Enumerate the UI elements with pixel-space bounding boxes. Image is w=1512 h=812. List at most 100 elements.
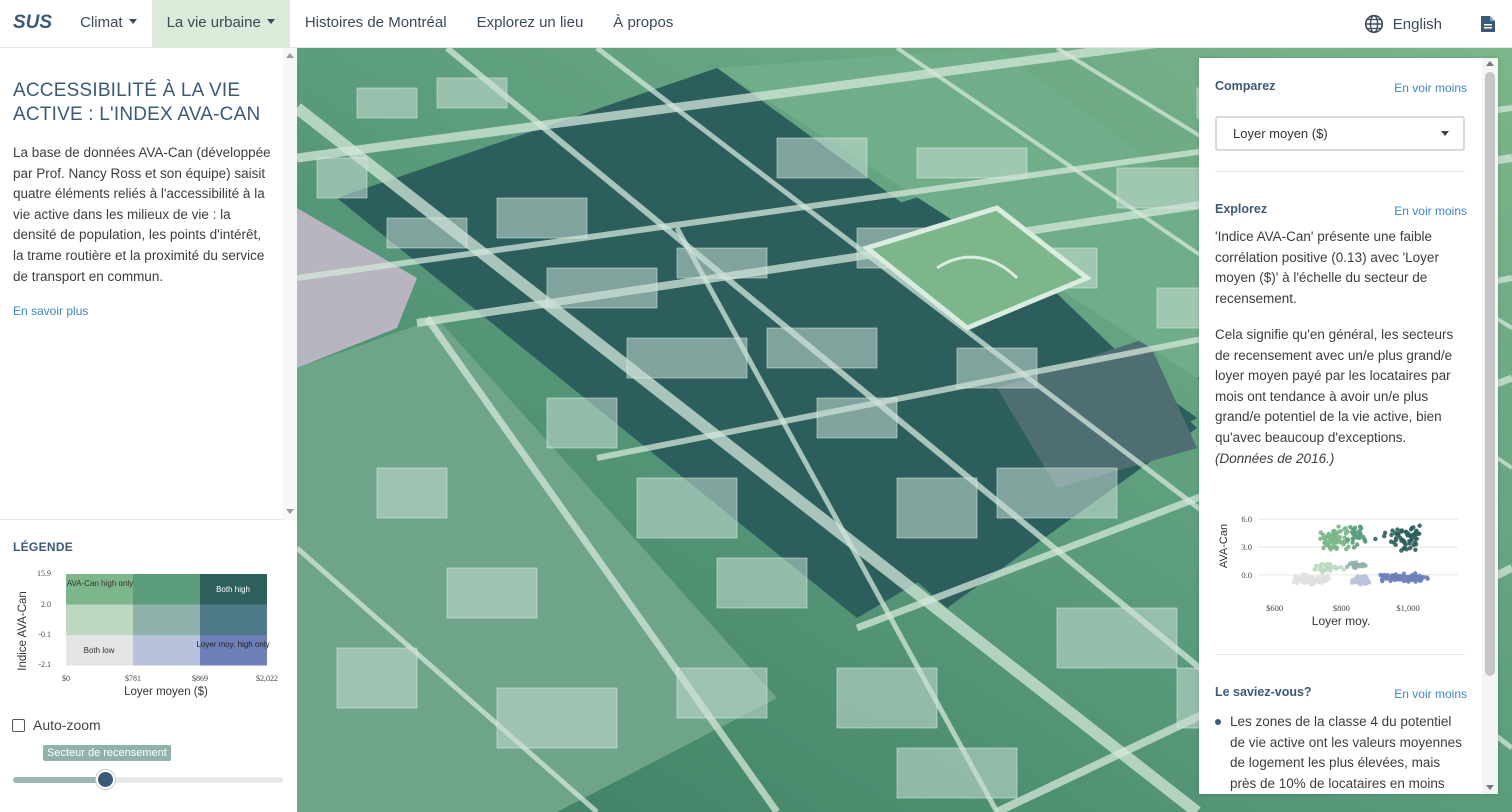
scatter-point	[1345, 537, 1351, 542]
scatter-x-tick: $800	[1333, 603, 1350, 613]
scatter-point	[1385, 576, 1390, 581]
legend-label-both-low: Both low	[84, 646, 115, 655]
legend-x-tick: $869	[192, 674, 208, 683]
scatter-point	[1346, 544, 1351, 550]
chevron-down-icon	[266, 18, 275, 24]
compare-variable-select[interactable]: Loyer moyen ($)	[1215, 116, 1465, 151]
nav-climat[interactable]: Climat	[65, 0, 152, 48]
nav-a-propos[interactable]: À propos	[598, 0, 688, 48]
scatter-point	[1380, 573, 1386, 578]
learn-more-link[interactable]: En savoir plus	[13, 304, 88, 318]
scatter-point	[1345, 564, 1350, 569]
language-label: English	[1392, 15, 1442, 33]
scroll-down-icon[interactable]	[286, 509, 294, 514]
legend-cell	[133, 574, 200, 605]
scatter-point	[1413, 531, 1418, 536]
scatter-point	[1307, 577, 1313, 582]
scatter-point	[1321, 545, 1326, 551]
scatter-point	[1342, 526, 1347, 532]
language-toggle[interactable]: English	[1364, 14, 1442, 34]
left-panel-description: ACCESSIBILITÉ À LA VIE ACTIVE : L'INDEX …	[0, 48, 297, 520]
scatter-point	[1357, 533, 1362, 539]
scatter-point	[1336, 524, 1341, 529]
scatter-point	[1338, 540, 1343, 545]
document-icon[interactable]	[1480, 15, 1496, 33]
scrollbar-thumb[interactable]	[1485, 72, 1495, 676]
scatter-point	[1322, 540, 1327, 546]
scatter-point	[1350, 537, 1356, 542]
scatter-point	[1414, 536, 1420, 541]
did-you-know-fact: Les zones de la classe 4 du potentiel de…	[1215, 712, 1467, 794]
slider-value-tag: Secteur de recensement	[43, 745, 171, 761]
scatter-point	[1353, 564, 1358, 569]
scatter-point	[1315, 578, 1320, 583]
legend-y-tick: 15.9	[37, 569, 51, 578]
scroll-up-icon[interactable]	[286, 53, 294, 58]
scatter-point	[1409, 572, 1415, 578]
nav-explorez-lieu[interactable]: Explorez un lieu	[462, 0, 599, 48]
scroll-up-icon[interactable]	[1486, 61, 1494, 66]
scatter-point	[1399, 548, 1404, 553]
scatter-point	[1303, 572, 1309, 577]
legend-label-ava-high: AVA-Can high only	[67, 579, 133, 588]
top-navbar: SUS Climat La vie urbaine Histoires de M…	[0, 0, 1512, 48]
nav-climat-label: Climat	[80, 13, 123, 31]
legend-cell	[133, 635, 200, 666]
right-panel-scrollbar[interactable]	[1482, 58, 1498, 794]
scatter-point	[1328, 538, 1333, 543]
scatter-point	[1334, 546, 1339, 552]
scatter-point	[1393, 574, 1399, 580]
checkbox-box[interactable]	[12, 718, 25, 732]
brand-logo[interactable]: SUS	[0, 0, 65, 48]
legend-y-tick: 2.0	[41, 600, 51, 609]
legend-label-loyer-high: Loyer moy. high only	[196, 640, 269, 649]
divider	[1215, 171, 1465, 172]
scatter-point	[1403, 542, 1408, 547]
scatter-point	[1360, 580, 1365, 585]
scatter-point	[1358, 563, 1363, 568]
scatter-point	[1350, 560, 1356, 566]
legend-cell	[200, 604, 267, 635]
scatter-point	[1395, 527, 1400, 532]
scatter-point	[1358, 526, 1364, 531]
scroll-down-icon[interactable]	[1486, 785, 1494, 790]
scatter-y-tick: 3.0	[1241, 542, 1252, 552]
scatter-point	[1407, 545, 1413, 551]
bivariate-legend: Indice AVA-Can AVA-Can high only Both hi…	[17, 569, 278, 698]
did-you-know-toggle-link[interactable]: En voir moins	[1394, 687, 1467, 701]
explore-toggle-link[interactable]: En voir moins	[1394, 204, 1467, 218]
legend-x-tick: $2,022	[256, 674, 278, 683]
scale-slider-handle[interactable]	[96, 770, 115, 789]
scatter-point	[1389, 532, 1394, 538]
scatter-point	[1393, 542, 1398, 548]
scale-slider-track[interactable]	[13, 777, 283, 783]
scatter-point	[1413, 547, 1418, 552]
scatter-point	[1335, 534, 1340, 540]
scatter-x-tick: $600	[1266, 603, 1283, 613]
scatter-y-label: AVA-Can	[1218, 524, 1230, 568]
slider-fill	[13, 777, 108, 783]
nav-vie-urbaine[interactable]: La vie urbaine	[151, 0, 290, 48]
scatter-point	[1390, 573, 1395, 578]
scatter-point	[1353, 576, 1359, 581]
scatter-point	[1396, 532, 1401, 538]
scatter-point	[1331, 529, 1337, 534]
divider	[1215, 654, 1465, 655]
nav-histoires[interactable]: Histoires de Montréal	[290, 0, 462, 48]
scatter-point	[1343, 531, 1349, 536]
left-panel: ACCESSIBILITÉ À LA VIE ACTIVE : L'INDEX …	[0, 48, 297, 812]
scatter-point	[1393, 537, 1399, 543]
compare-toggle-link[interactable]: En voir moins	[1394, 81, 1467, 95]
scatter-point	[1409, 577, 1414, 583]
autozoom-checkbox[interactable]: Auto-zoom	[12, 717, 101, 733]
chevron-down-icon	[1441, 131, 1449, 136]
scatter-point	[1319, 566, 1324, 571]
right-panel: Comparez En voir moins Loyer moyen ($) E…	[1199, 58, 1498, 794]
scatter-point	[1411, 542, 1416, 548]
explore-title: Explorez	[1215, 202, 1268, 216]
left-scrollbar[interactable]	[283, 48, 297, 520]
legend-x-label: Loyer moyen ($)	[124, 686, 208, 698]
scatter-point	[1417, 531, 1422, 536]
explore-explanation-text: Cela signifie qu'en général, les secteur…	[1215, 325, 1467, 469]
legend-x-tick: $781	[125, 674, 141, 683]
